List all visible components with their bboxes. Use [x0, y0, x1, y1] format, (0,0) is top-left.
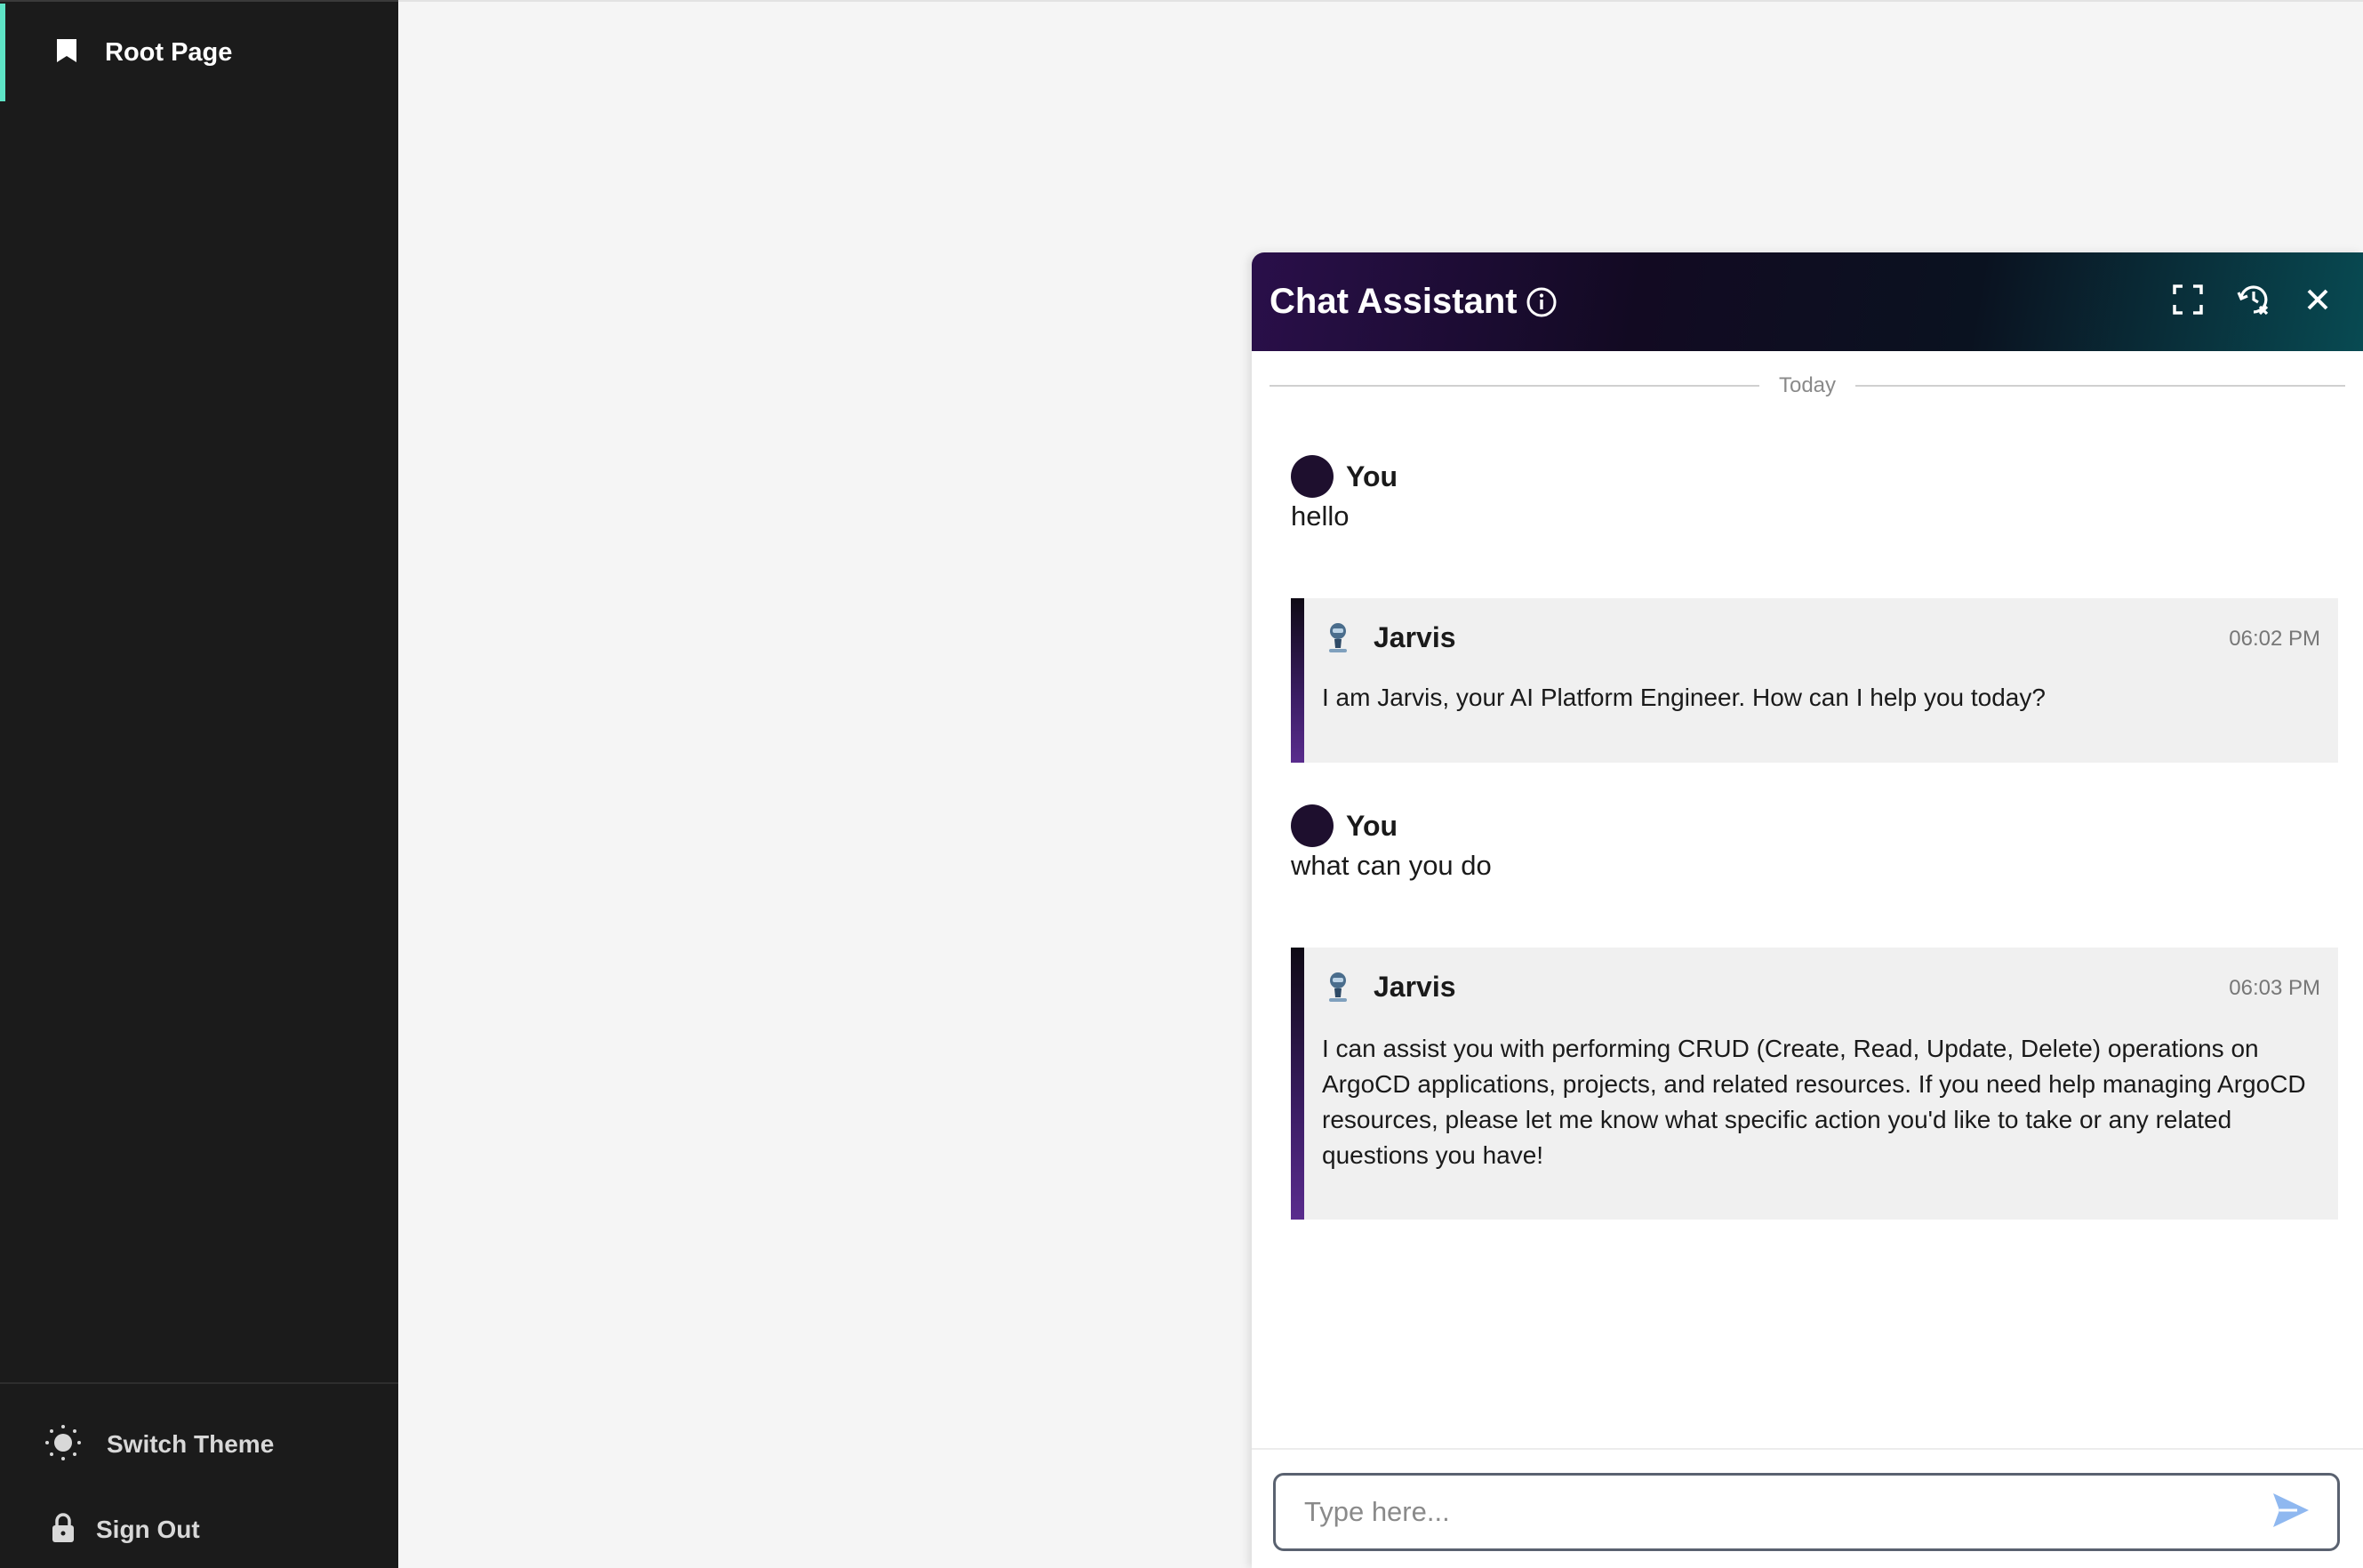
history-clear-icon — [2236, 282, 2271, 322]
date-separator: Today — [1270, 368, 2346, 404]
message-author: You — [1346, 809, 1398, 842]
chat-title: Chat Assistant — [1270, 282, 1518, 321]
close-icon — [2306, 288, 2329, 316]
lock-icon — [50, 1512, 76, 1548]
message-author: Jarvis — [1374, 620, 1456, 653]
close-button[interactable] — [2295, 279, 2340, 324]
date-separator-label: Today — [1778, 373, 1837, 397]
separator-line — [1855, 385, 2346, 387]
message-timestamp: 06:03 PM — [2229, 976, 2320, 1000]
message-author: Jarvis — [1374, 970, 1456, 1003]
expand-icon — [2172, 284, 2204, 320]
expand-button[interactable] — [2166, 279, 2210, 324]
sign-out-button[interactable]: Sign Out — [0, 1494, 398, 1565]
switch-theme-label: Switch Theme — [107, 1430, 275, 1458]
chat-panel: Chat Assistant Today You hello Jarvis 06… — [1252, 252, 2363, 1568]
assistant-message: Jarvis 06:03 PM I can assist you with pe… — [1291, 948, 2338, 1220]
sidebar-divider — [0, 1382, 398, 1384]
message-author: You — [1346, 460, 1398, 492]
message-text: I am Jarvis, your AI Platform Engineer. … — [1322, 684, 2046, 711]
send-icon — [2271, 1490, 2311, 1535]
main-top-border — [398, 0, 2363, 2]
switch-theme-button[interactable]: Switch Theme — [0, 1409, 398, 1480]
sun-icon — [44, 1424, 82, 1466]
sidebar-item-label: Root Page — [105, 37, 233, 67]
avatar — [1291, 455, 1334, 498]
sidebar: Root Page Switch Theme Sign Out — [0, 0, 398, 1568]
message-text: what can you do — [1291, 850, 1492, 881]
separator-line — [1270, 385, 1759, 387]
user-message: You hello — [1291, 454, 1398, 532]
message-text: I can assist you with performing CRUD (C… — [1322, 1035, 2306, 1169]
clear-history-button[interactable] — [2231, 279, 2276, 324]
sign-out-label: Sign Out — [96, 1516, 200, 1543]
robot-avatar-icon — [1322, 969, 1354, 1004]
user-message: You what can you do — [1291, 804, 1492, 882]
info-icon[interactable] — [1525, 285, 1558, 319]
chat-header: Chat Assistant — [1252, 252, 2363, 351]
robot-avatar-icon — [1322, 620, 1354, 655]
bookmark-icon — [55, 37, 78, 68]
chat-input-area — [1252, 1448, 2363, 1568]
assistant-message: Jarvis 06:02 PM I am Jarvis, your AI Pla… — [1291, 598, 2338, 763]
chat-input[interactable] — [1273, 1473, 2340, 1551]
message-text: hello — [1291, 500, 1350, 532]
avatar — [1291, 804, 1334, 847]
message-timestamp: 06:02 PM — [2229, 627, 2320, 651]
sidebar-item-root-page[interactable]: Root Page — [0, 4, 398, 101]
send-button[interactable] — [2268, 1489, 2314, 1535]
